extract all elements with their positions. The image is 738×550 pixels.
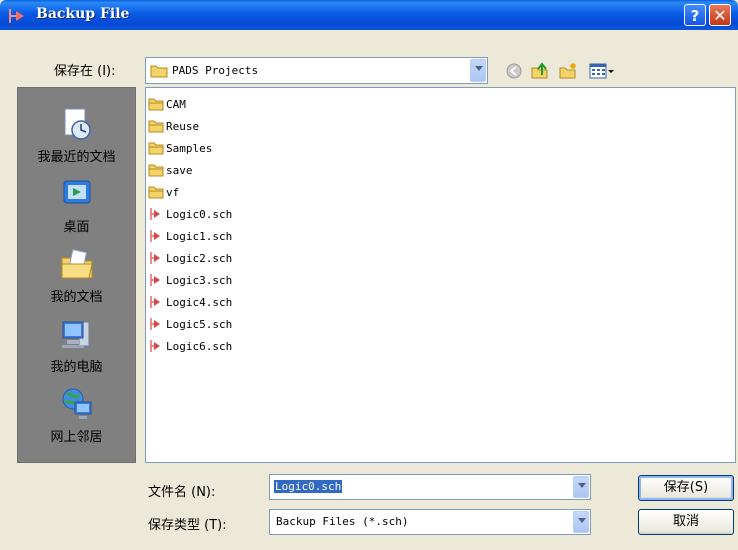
place-my-computer[interactable]: 我的电脑 xyxy=(18,316,135,375)
recent-documents-icon xyxy=(64,108,91,140)
place-label: 我的文档 xyxy=(50,290,103,305)
file-name: save xyxy=(166,163,193,177)
network-places-icon xyxy=(62,388,91,419)
list-item[interactable]: Logic2.sch xyxy=(148,248,232,268)
schematic-file-icon xyxy=(150,318,160,330)
place-label: 我的电脑 xyxy=(50,360,103,375)
filetype-label: 保存类型 (T): xyxy=(148,518,227,533)
list-item[interactable]: Samples xyxy=(148,138,212,158)
schematic-file-icon xyxy=(150,252,160,264)
list-item[interactable]: Logic3.sch xyxy=(148,270,232,290)
chevron-down-icon[interactable] xyxy=(573,476,589,498)
folder-icon xyxy=(148,120,164,133)
save-in-label: 保存在 (I): xyxy=(54,64,116,79)
close-button[interactable]: ✕ xyxy=(709,4,731,26)
schematic-file-icon xyxy=(150,274,160,286)
list-item[interactable]: Logic4.sch xyxy=(148,292,232,312)
chevron-down-icon[interactable] xyxy=(573,511,589,533)
file-name: Logic6.sch xyxy=(166,339,233,353)
folder-icon xyxy=(150,65,168,78)
file-name: Logic2.sch xyxy=(166,251,233,265)
file-name: Logic0.sch xyxy=(166,207,233,221)
list-item[interactable]: Logic1.sch xyxy=(148,226,232,246)
list-item[interactable]: vf xyxy=(148,182,179,202)
desktop-icon xyxy=(63,180,90,204)
place-recent-documents[interactable]: 我最近的文档 xyxy=(18,106,135,165)
chevron-down-icon[interactable] xyxy=(470,59,486,82)
list-item[interactable]: CAM xyxy=(148,94,186,114)
filetype-value: Backup Files (*.sch) xyxy=(276,515,409,528)
filename-input[interactable]: Logic0.sch xyxy=(269,474,591,500)
file-name: Logic1.sch xyxy=(166,229,233,243)
help-button[interactable]: ? xyxy=(684,4,706,26)
save-button[interactable]: 保存(S) xyxy=(638,475,734,501)
folder-icon xyxy=(148,98,164,111)
place-label: 我最近的文档 xyxy=(37,150,116,165)
file-name: Samples xyxy=(166,141,213,155)
file-list[interactable]: CAM Reuse Samples save vf Logic0.sch Log… xyxy=(145,87,736,463)
view-menu-icon[interactable] xyxy=(588,62,616,80)
filetype-dropdown[interactable]: Backup Files (*.sch) xyxy=(269,509,591,535)
filename-value: Logic0.sch xyxy=(274,480,343,493)
filename-label: 文件名 (N): xyxy=(148,485,216,500)
save-in-dropdown[interactable]: PADS Projects xyxy=(145,57,488,84)
folder-icon xyxy=(148,142,164,155)
file-name: Logic3.sch xyxy=(166,273,233,287)
file-name: vf xyxy=(166,185,180,199)
file-name: Logic5.sch xyxy=(166,317,233,331)
save-in-value: PADS Projects xyxy=(172,64,259,77)
list-item[interactable]: Logic5.sch xyxy=(148,314,232,334)
place-desktop[interactable]: 桌面 xyxy=(18,176,135,235)
file-name: CAM xyxy=(166,97,186,111)
folder-icon xyxy=(148,186,164,199)
schematic-file-icon xyxy=(150,230,160,242)
place-label: 桌面 xyxy=(63,220,90,235)
file-name: Reuse xyxy=(166,119,200,133)
place-network[interactable]: 网上邻居 xyxy=(18,386,135,445)
my-documents-icon xyxy=(61,249,93,279)
list-item[interactable]: Logic0.sch xyxy=(148,204,232,224)
cancel-button[interactable]: 取消 xyxy=(638,509,734,535)
new-folder-icon[interactable] xyxy=(558,62,578,80)
pads-logic-icon xyxy=(9,9,24,23)
file-name: Logic4.sch xyxy=(166,295,233,309)
my-computer-icon xyxy=(61,321,89,348)
window-title: Backup File xyxy=(36,6,130,22)
list-item[interactable]: Logic6.sch xyxy=(148,336,232,356)
up-folder-icon[interactable] xyxy=(530,62,550,80)
schematic-file-icon xyxy=(150,208,160,220)
place-my-documents[interactable]: 我的文档 xyxy=(18,246,135,305)
back-icon[interactable] xyxy=(504,62,524,80)
folder-icon xyxy=(148,164,164,177)
list-item[interactable]: Reuse xyxy=(148,116,199,136)
schematic-file-icon xyxy=(150,296,160,308)
title-bar: Backup File ? ✕ xyxy=(0,0,738,30)
schematic-file-icon xyxy=(150,340,160,352)
place-label: 网上邻居 xyxy=(50,430,103,445)
list-item[interactable]: save xyxy=(148,160,193,180)
places-bar: 我最近的文档 桌面 我的文档 我的电脑 网上邻居 xyxy=(17,87,136,463)
